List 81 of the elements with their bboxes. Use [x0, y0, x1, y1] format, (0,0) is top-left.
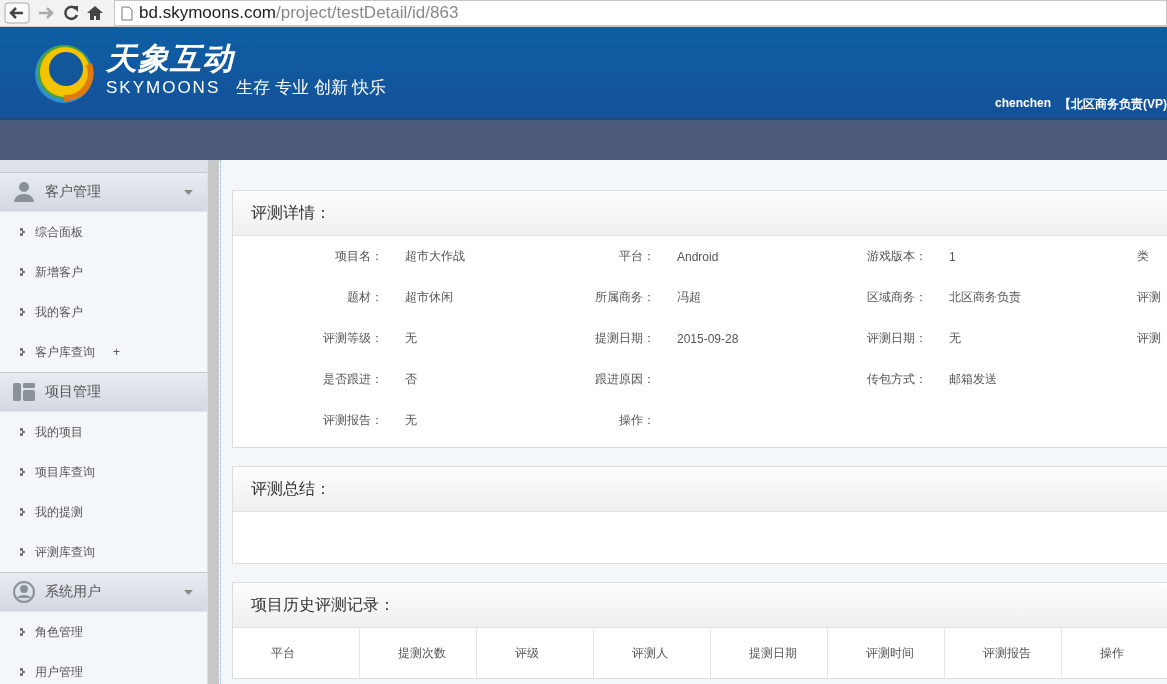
menu-item[interactable]: 我的项目: [35, 423, 83, 441]
menu-item[interactable]: 我的客户: [35, 303, 83, 321]
bullet-icon: [20, 628, 25, 636]
bullet-icon: [20, 308, 25, 316]
column-header: 评测时间: [866, 644, 914, 662]
field-value: 否: [405, 372, 417, 386]
field-label: 提测日期：: [595, 331, 655, 345]
bullet-icon: [20, 468, 25, 476]
slogan: 生存 专业 创新 快乐: [236, 77, 387, 99]
field-label: 评测: [1137, 290, 1161, 304]
menu-item[interactable]: 我的提测: [35, 503, 83, 521]
bullet-icon: [20, 428, 25, 436]
column-header: 平台: [271, 644, 295, 662]
menu-group-header[interactable]: 项目管理: [0, 372, 207, 412]
field-label: 所属商务：: [595, 290, 655, 304]
user-role: 【北区商务负责(VP): [1059, 96, 1167, 113]
field-label: 平台：: [619, 249, 655, 263]
menu-group-header[interactable]: 客户管理: [0, 172, 207, 212]
field-value: 无: [405, 331, 417, 345]
menu-item[interactable]: 新增客户: [35, 263, 83, 281]
brand-subtitle: SKYMOONS: [106, 78, 221, 98]
field-label: 是否跟进：: [323, 372, 383, 386]
logo-icon: [34, 44, 94, 104]
page-icon: [121, 5, 133, 21]
field-label: 评测日期：: [867, 331, 927, 345]
menu-item[interactable]: 用户管理: [35, 663, 83, 681]
field-value: 无: [405, 413, 417, 427]
home-icon[interactable]: [86, 4, 104, 22]
field-value: 邮箱发送: [949, 372, 997, 386]
column-header: 评测人: [632, 644, 668, 662]
field-label: 评测等级：: [323, 331, 383, 345]
menu-item[interactable]: 评测库查询: [35, 543, 95, 561]
person-icon: [13, 181, 35, 203]
field-label: 传包方式：: [867, 372, 927, 386]
menu-item[interactable]: 角色管理: [35, 623, 83, 641]
field-value: Android: [677, 249, 719, 264]
bullet-icon: [20, 228, 25, 236]
column-header: 操作: [1100, 644, 1124, 662]
field-label: 项目名：: [335, 249, 383, 263]
field-label: 评测: [1137, 331, 1161, 345]
field-value: 冯超: [677, 290, 701, 304]
field-label: 跟进原因：: [595, 372, 655, 386]
caret-icon: [184, 589, 193, 595]
bullet-icon: [20, 668, 25, 676]
field-label: 评测报告：: [323, 413, 383, 427]
field-value: 超市休闲: [405, 290, 453, 304]
reload-icon[interactable]: [62, 4, 80, 22]
bullet-icon: [20, 268, 25, 276]
address-bar[interactable]: bd.skymoons.com/project/testDetail/id/863: [114, 0, 1167, 26]
back-icon[interactable]: [4, 2, 30, 24]
menu-item[interactable]: 综合面板: [35, 223, 83, 241]
field-label: 操作：: [619, 413, 655, 427]
menu-item[interactable]: 项目库查询: [35, 463, 95, 481]
column-header: 提测日期: [749, 644, 797, 662]
field-value: 无: [949, 331, 961, 345]
field-label: 区域商务：: [867, 290, 927, 304]
panel-title: 评测详情：: [251, 202, 331, 223]
bullet-icon: [20, 508, 25, 516]
user-circle-icon: [13, 581, 35, 603]
caret-icon: [184, 189, 193, 195]
menu-group-header[interactable]: 系统用户: [0, 572, 207, 612]
bullet-icon: [20, 548, 25, 556]
panel-title: 项目历史评测记录：: [251, 594, 395, 615]
column-header: 提测次数: [398, 644, 446, 662]
field-value: 2015-09-28: [677, 331, 739, 346]
field-label: 题材：: [347, 290, 383, 304]
field-value: 北区商务负责: [949, 290, 1021, 304]
bullet-icon: [20, 348, 25, 356]
panel-title: 评测总结：: [251, 478, 331, 499]
plus-mark: +: [113, 345, 120, 359]
menu-item[interactable]: 客户库查询: [35, 343, 95, 361]
user-name: chenchen: [995, 96, 1051, 112]
field-value: 1: [949, 249, 956, 264]
scrollbar[interactable]: [207, 160, 219, 684]
field-label: 游戏版本：: [867, 249, 927, 263]
column-header: 评级: [515, 644, 539, 662]
column-header: 评测报告: [983, 644, 1031, 662]
field-label: 类: [1137, 249, 1149, 263]
brand-title: 天象互动: [106, 42, 237, 76]
field-value: 超市大作战: [405, 249, 465, 263]
layout-icon: [13, 383, 35, 401]
